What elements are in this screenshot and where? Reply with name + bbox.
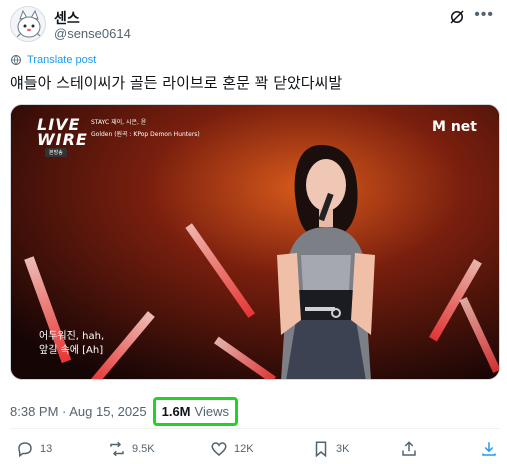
- tweet-header: 센스 @sense0614 •••: [10, 6, 500, 42]
- avatar[interactable]: [10, 6, 46, 42]
- timestamp[interactable]: 8:38 PM · Aug 15, 2025: [10, 404, 147, 419]
- translate-label[interactable]: Translate post: [27, 54, 96, 66]
- broadcast-badge: 본방송: [45, 148, 67, 157]
- subtitle-line2: 앞길 속에 [Ah]: [39, 345, 104, 356]
- tweet-video[interactable]: LIVE WIRE STAYC 재이, 시은, 윤 Golden (원곡 : K…: [10, 104, 500, 380]
- reply-button[interactable]: 13: [16, 440, 52, 458]
- more-options-icon[interactable]: •••: [474, 6, 494, 24]
- reply-icon: [18, 442, 32, 458]
- tweet-text: 얘들아 스테이씨가 골든 라이브로 혼문 꽉 닫았다씨발: [10, 74, 343, 92]
- download-button[interactable]: [480, 440, 498, 458]
- author-handle[interactable]: @sense0614: [54, 26, 131, 41]
- download-icon: [482, 442, 496, 456]
- share-button[interactable]: [400, 440, 418, 458]
- grok-icon[interactable]: [448, 8, 466, 26]
- reply-count: 13: [40, 443, 53, 455]
- bookmark-button[interactable]: 3K: [312, 440, 349, 458]
- bookmark-icon: [315, 441, 327, 458]
- repost-icon: [110, 441, 124, 457]
- subtitle-line1: 어두워진, hah,: [39, 331, 105, 342]
- repost-button[interactable]: 9.5K: [108, 440, 155, 458]
- like-button[interactable]: 12K: [210, 440, 254, 458]
- author-name[interactable]: 센스: [54, 8, 80, 28]
- caption-line2: Golden (원곡 : KPop Demon Hunters): [91, 131, 200, 138]
- share-icon: [402, 441, 416, 456]
- translate-link[interactable]: Translate post: [10, 54, 96, 66]
- tweet-meta: 8:38 PM · Aug 15, 2025 1.6M Views: [10, 397, 238, 426]
- globe-icon: [11, 55, 21, 65]
- action-bar: 13 9.5K 12K 3K: [10, 440, 500, 460]
- views-label: Views: [194, 404, 229, 419]
- channel-logo: M net: [432, 119, 477, 135]
- views-count: 1.6M: [161, 404, 191, 419]
- like-count: 12K: [234, 443, 254, 455]
- repost-count: 9.5K: [132, 443, 155, 455]
- bookmark-count: 3K: [336, 443, 350, 455]
- show-logo: LIVE WIRE: [37, 115, 88, 149]
- views-highlight: 1.6M Views: [152, 397, 238, 426]
- heart-icon: [211, 442, 227, 456]
- caption-line1: STAYC 재이, 시은, 윤: [91, 119, 147, 126]
- divider: [10, 428, 500, 429]
